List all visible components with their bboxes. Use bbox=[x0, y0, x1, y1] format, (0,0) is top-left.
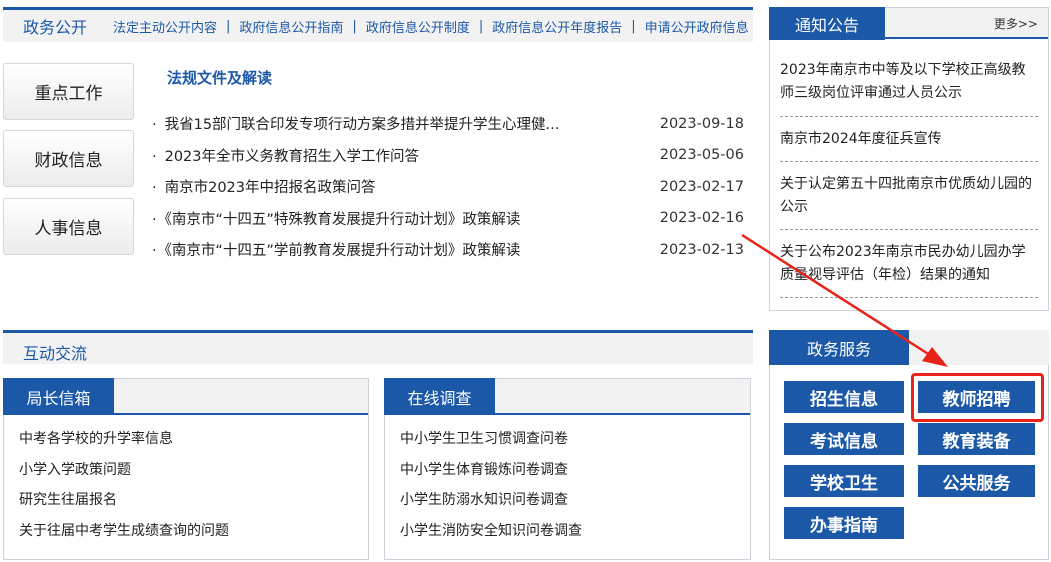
link-separator: | bbox=[226, 18, 231, 34]
notice-item[interactable]: 2023年南京市中等及以下学校正高级教师三级岗位评审通过人员公示 bbox=[780, 39, 1038, 117]
survey-item[interactable]: 中小学生体育锻炼问卷调查 bbox=[400, 454, 750, 485]
notice-tab[interactable]: 通知公告 bbox=[769, 7, 885, 40]
list-item: 《南京市“十四五”特殊教育发展提升行动计划》政策解读 2023-02-16 bbox=[152, 203, 744, 235]
interaction-bar: 互动交流 bbox=[3, 330, 753, 364]
gov-open-bar: 政务公开 法定主动公开内容 | 政府信息公开指南 | 政府信息公开制度 | 政府… bbox=[3, 7, 753, 42]
survey-item[interactable]: 中小学生卫生习惯调查问卷 bbox=[400, 423, 750, 454]
mailbox-tab[interactable]: 局长信箱 bbox=[3, 378, 114, 415]
notice-item[interactable]: 南京市2024年度征兵宣传 bbox=[780, 117, 1038, 162]
mailbox-panel: 局长信箱 中考各学校的升学率信息 小学入学政策问题 研究生往届报名 关于往届中考… bbox=[3, 378, 369, 560]
laws-list: 我省15部门联合印发专项行动方案多措并举提升学生心理健... 2023-09-1… bbox=[152, 108, 744, 266]
law-item-title[interactable]: 2023年全市义务教育招生入学工作问答 bbox=[152, 145, 419, 166]
mailbox-header: 局长信箱 bbox=[3, 378, 368, 415]
list-item: 《南京市“十四五”学前教育发展提升行动计划》政策解读 2023-02-13 bbox=[152, 234, 744, 266]
finance-info-button[interactable]: 财政信息 bbox=[3, 130, 134, 187]
laws-section-title[interactable]: 法规文件及解读 bbox=[167, 67, 272, 88]
interaction-title: 互动交流 bbox=[23, 344, 88, 363]
personnel-info-button[interactable]: 人事信息 bbox=[3, 198, 134, 255]
law-item-date: 2023-02-16 bbox=[659, 210, 744, 227]
law-item-title[interactable]: 《南京市“十四五”特殊教育发展提升行动计划》政策解读 bbox=[152, 208, 521, 229]
gov-open-link-system[interactable]: 政府信息公开制度 bbox=[366, 17, 470, 36]
notice-panel: 通知公告 更多>> 2023年南京市中等及以下学校正高级教师三级岗位评审通过人员… bbox=[769, 7, 1049, 311]
gov-open-links: 法定主动公开内容 | 政府信息公开指南 | 政府信息公开制度 | 政府信息公开年… bbox=[113, 17, 749, 36]
service-exam-info-button[interactable]: 考试信息 bbox=[784, 423, 904, 455]
gov-open-link-guide[interactable]: 政府信息公开指南 bbox=[239, 17, 343, 36]
service-guide-button[interactable]: 办事指南 bbox=[784, 507, 904, 539]
service-school-health-button[interactable]: 学校卫生 bbox=[784, 465, 904, 497]
survey-panel: 在线调查 中小学生卫生习惯调查问卷 中小学生体育锻炼问卷调查 小学生防溺水知识问… bbox=[384, 378, 751, 560]
mailbox-list: 中考各学校的升学率信息 小学入学政策问题 研究生往届报名 关于往届中考学生成绩查… bbox=[4, 415, 368, 545]
list-item: 2023年全市义务教育招生入学工作问答 2023-05-06 bbox=[152, 140, 744, 172]
mailbox-item[interactable]: 小学入学政策问题 bbox=[19, 454, 368, 485]
notice-item[interactable]: 关于公布2023年南京市民办幼儿园办学质量视导评估（年检）结果的通知 bbox=[780, 230, 1038, 298]
law-item-date: 2023-09-18 bbox=[659, 115, 744, 132]
law-item-title[interactable]: 南京市2023年中招报名政策问答 bbox=[152, 176, 376, 197]
service-teacher-recruit-button[interactable]: 教师招聘 bbox=[918, 381, 1035, 413]
law-item-date: 2023-02-13 bbox=[659, 241, 744, 258]
link-separator: | bbox=[478, 18, 484, 34]
survey-list: 中小学生卫生习惯调查问卷 中小学生体育锻炼问卷调查 小学生防溺水知识问卷调查 小… bbox=[385, 415, 750, 545]
gov-open-title: 政务公开 bbox=[23, 18, 88, 37]
gov-open-link-apply[interactable]: 申请公开政府信息 bbox=[645, 17, 749, 36]
service-equipment-button[interactable]: 教育装备 bbox=[918, 423, 1035, 455]
key-work-button[interactable]: 重点工作 bbox=[3, 63, 134, 120]
survey-tab[interactable]: 在线调查 bbox=[384, 378, 495, 415]
law-item-title[interactable]: 《南京市“十四五”学前教育发展提升行动计划》政策解读 bbox=[152, 239, 521, 260]
service-public-button[interactable]: 公共服务 bbox=[918, 465, 1035, 497]
mailbox-item[interactable]: 关于往届中考学生成绩查询的问题 bbox=[19, 515, 368, 546]
notice-item[interactable]: 关于认定第五十四批南京市优质幼儿园的公示 bbox=[780, 162, 1038, 230]
gov-open-link-statutory[interactable]: 法定主动公开内容 bbox=[113, 17, 217, 36]
gov-open-link-annual-report[interactable]: 政府信息公开年度报告 bbox=[492, 17, 622, 36]
survey-item[interactable]: 小学生防溺水知识问卷调查 bbox=[400, 484, 750, 515]
survey-item[interactable]: 小学生消防安全知识问卷调查 bbox=[400, 515, 750, 546]
law-item-date: 2023-05-06 bbox=[659, 147, 744, 164]
survey-header: 在线调查 bbox=[384, 378, 750, 415]
mailbox-item[interactable]: 研究生往届报名 bbox=[19, 484, 368, 515]
list-item: 南京市2023年中招报名政策问答 2023-02-17 bbox=[152, 171, 744, 203]
law-item-title[interactable]: 我省15部门联合印发专项行动方案多措并举提升学生心理健... bbox=[152, 113, 560, 134]
law-item-date: 2023-02-17 bbox=[659, 178, 744, 195]
notice-more-link[interactable]: 更多>> bbox=[994, 15, 1038, 32]
services-bar: 政务服务 bbox=[769, 330, 1049, 365]
link-separator: | bbox=[631, 18, 636, 34]
notice-header: 通知公告 更多>> bbox=[769, 7, 1048, 40]
list-item: 我省15部门联合印发专项行动方案多措并举提升学生心理健... 2023-09-1… bbox=[152, 108, 744, 140]
service-admission-button[interactable]: 招生信息 bbox=[784, 381, 904, 413]
link-separator: | bbox=[352, 18, 357, 34]
notice-list: 2023年南京市中等及以下学校正高级教师三级岗位评审通过人员公示 南京市2024… bbox=[770, 39, 1048, 298]
services-tab[interactable]: 政务服务 bbox=[769, 330, 909, 365]
mailbox-item[interactable]: 中考各学校的升学率信息 bbox=[19, 423, 368, 454]
